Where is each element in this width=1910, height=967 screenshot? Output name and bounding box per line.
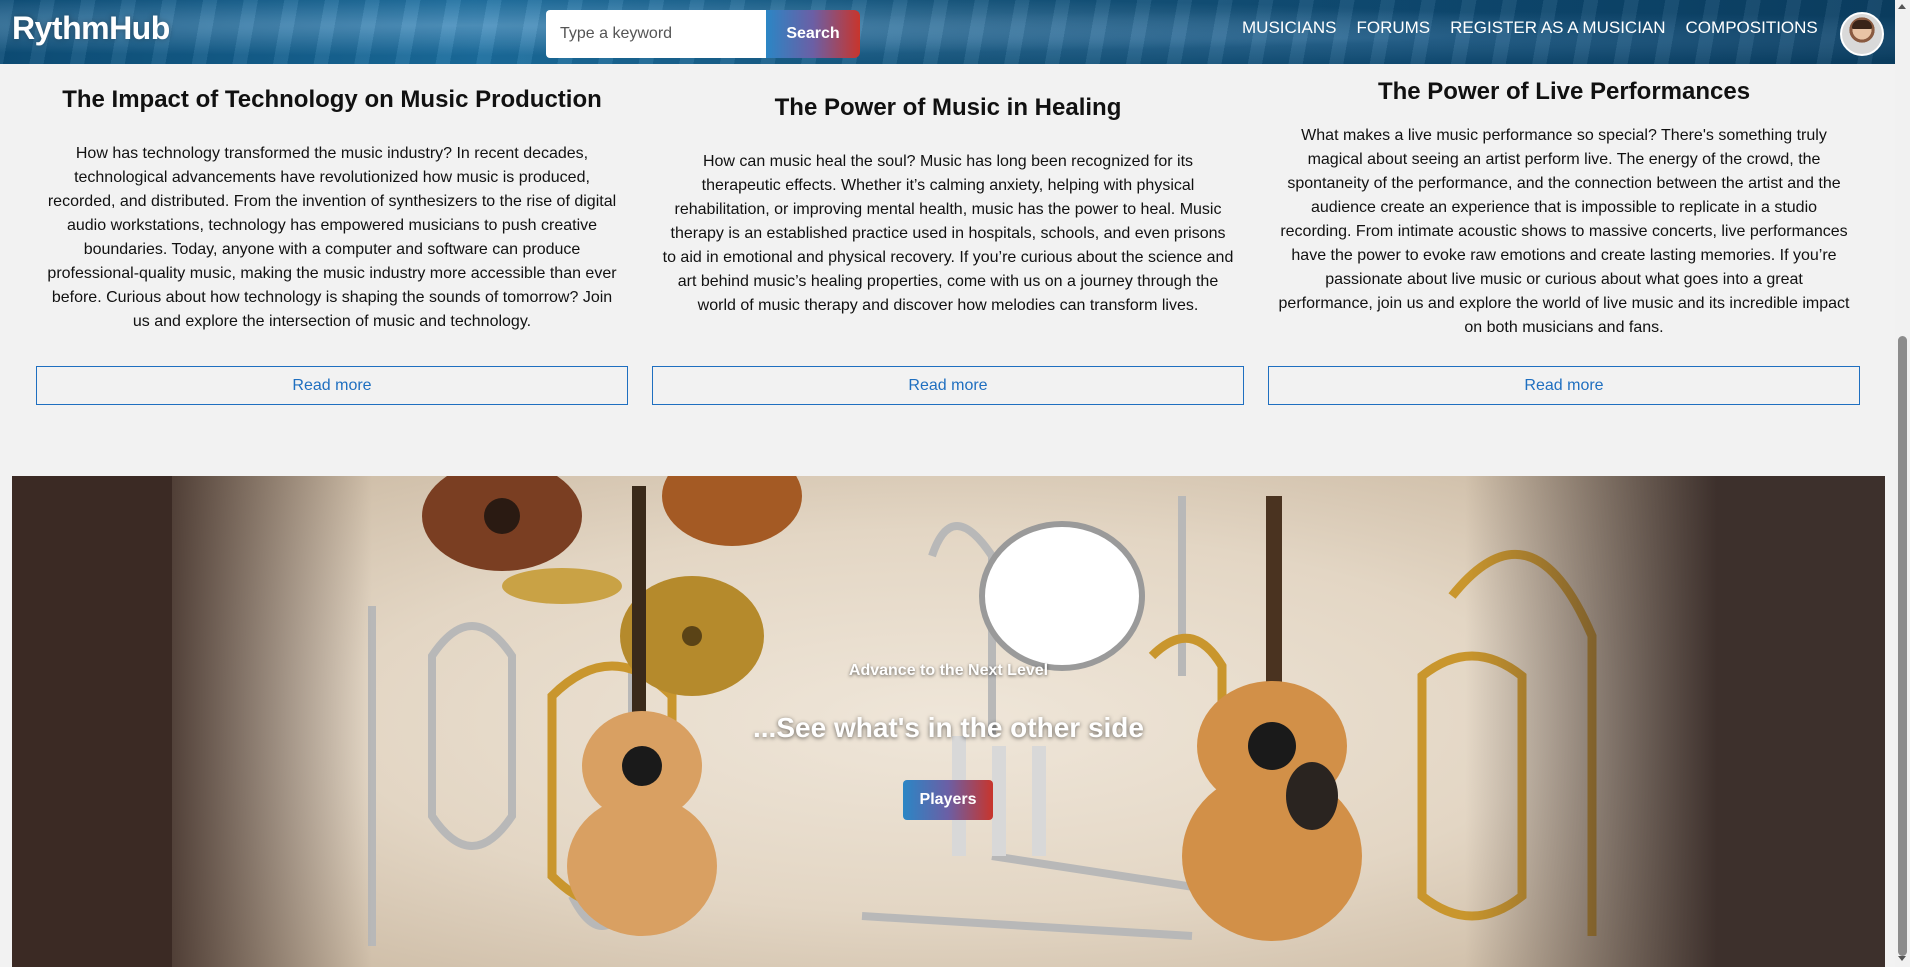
read-more-button-live[interactable]: Read more — [1268, 366, 1860, 405]
read-more-button-healing[interactable]: Read more — [652, 366, 1244, 405]
article-body: How can music heal the soul? Music has l… — [662, 153, 1234, 314]
read-more-button-technology[interactable]: Read more — [36, 366, 628, 405]
scroll-up-arrow-icon[interactable] — [1898, 4, 1906, 9]
hero-banner: Advance to the Next Level ...See what's … — [12, 476, 1885, 967]
user-avatar[interactable] — [1840, 12, 1884, 56]
nav-link-register-musician[interactable]: REGISTER AS A MUSICIAN — [1450, 18, 1665, 38]
article-title: The Power of Music in Healing — [774, 94, 1122, 121]
navbar: RythmHub Search MUSICIANS FORUMS REGISTE… — [0, 0, 1895, 64]
scroll-down-arrow-icon[interactable] — [1898, 956, 1906, 961]
players-button[interactable]: Players — [903, 780, 993, 820]
article-body: What makes a live music performance so s… — [1278, 127, 1850, 336]
scrollbar-thumb[interactable] — [1898, 336, 1907, 956]
hero-kicker: Advance to the Next Level — [848, 662, 1049, 679]
search-button[interactable]: Search — [766, 10, 860, 58]
nav-links: MUSICIANS FORUMS REGISTER AS A MUSICIAN … — [1242, 18, 1818, 38]
nav-link-compositions[interactable]: COMPOSITIONS — [1686, 18, 1818, 38]
nav-link-musicians[interactable]: MUSICIANS — [1242, 18, 1336, 38]
nav-link-forums[interactable]: FORUMS — [1356, 18, 1430, 38]
search-input[interactable] — [546, 10, 766, 58]
article-card-live: The Power of Live Performances What make… — [1268, 78, 1860, 340]
article-card-technology: The Impact of Technology on Music Produc… — [36, 86, 628, 334]
page-scrollbar[interactable] — [1895, 0, 1910, 967]
article-title: The Impact of Technology on Music Produc… — [62, 86, 602, 113]
article-body: How has technology transformed the music… — [47, 145, 617, 330]
site-logo[interactable]: RythmHub — [12, 10, 170, 47]
article-title: The Power of Live Performances — [1377, 78, 1751, 105]
article-card-healing: The Power of Music in Healing How can mu… — [652, 94, 1244, 318]
hero-title: ...See what's in the other side — [753, 712, 1144, 743]
articles-section: The Impact of Technology on Music Produc… — [36, 64, 1860, 405]
